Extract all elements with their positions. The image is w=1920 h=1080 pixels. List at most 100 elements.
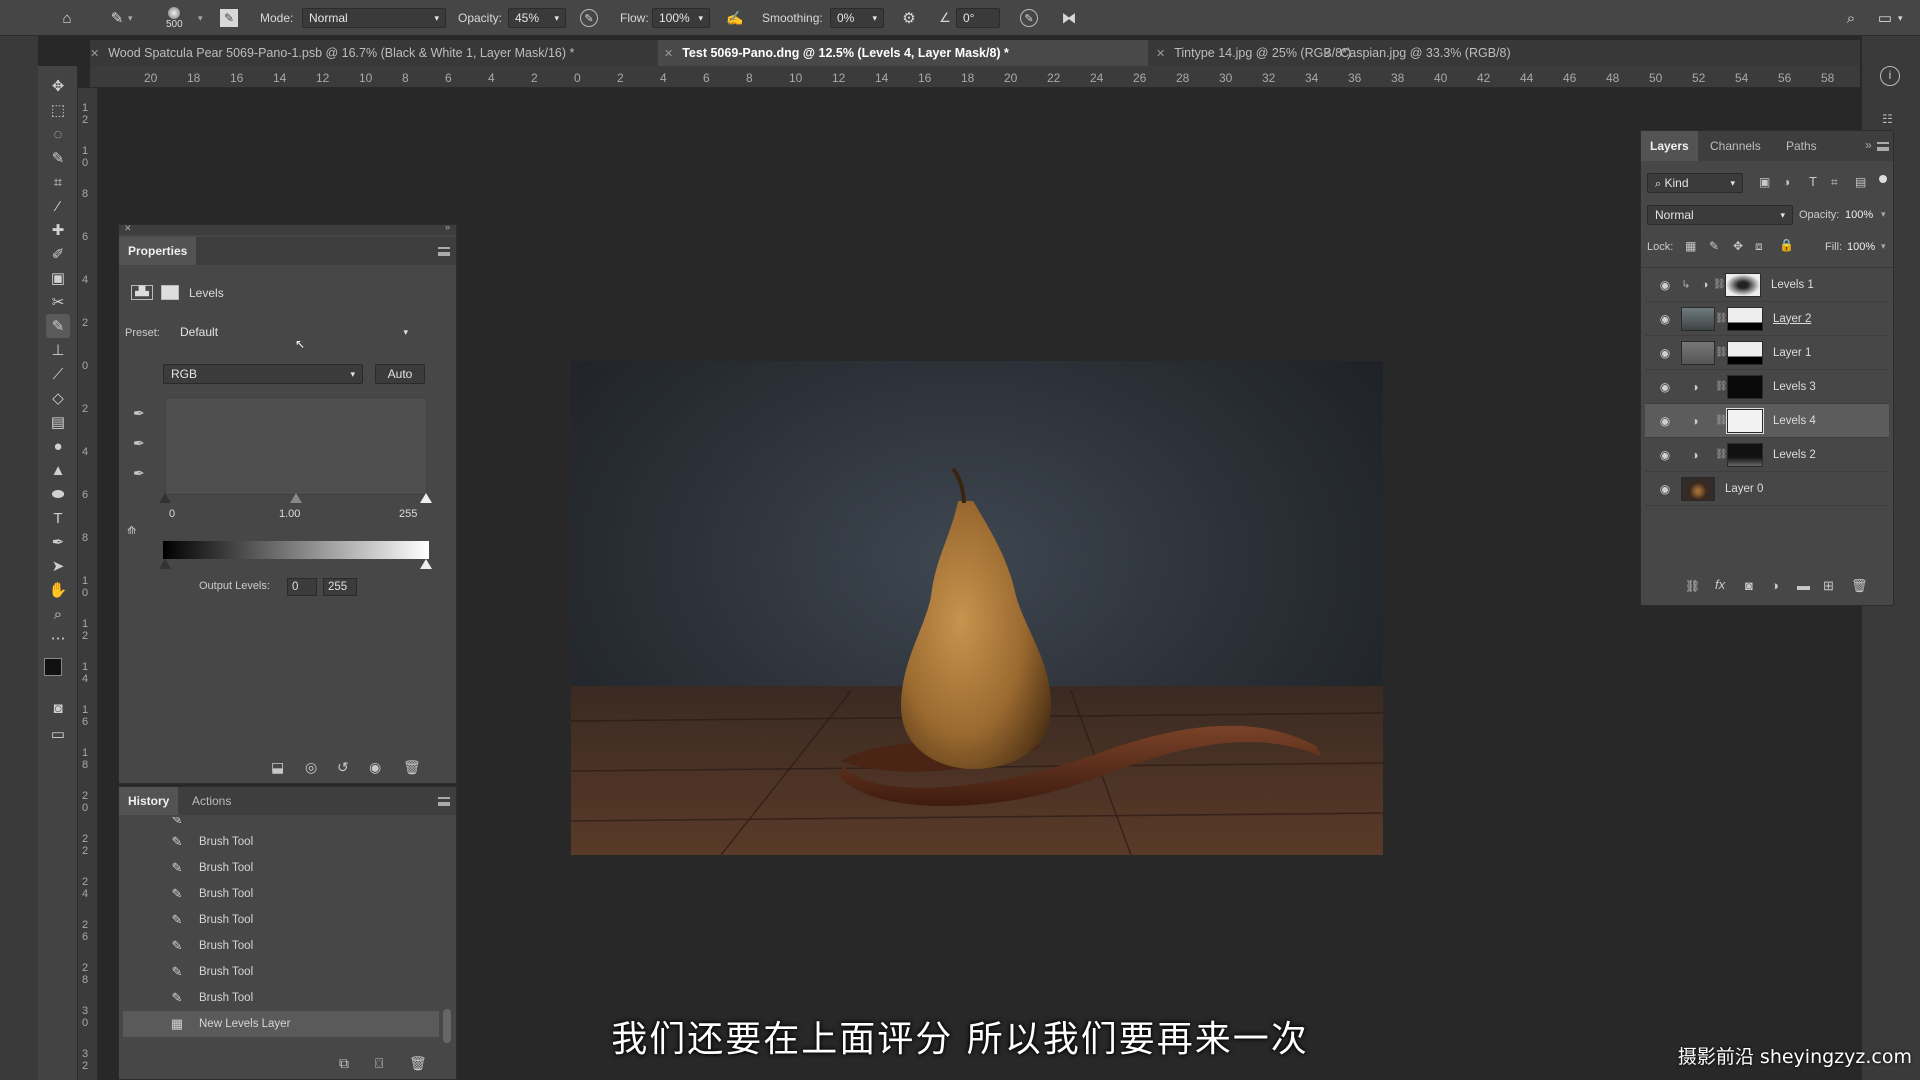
preset-dropdown[interactable]: Default ▾ bbox=[173, 322, 415, 342]
canvas-image[interactable] bbox=[571, 361, 1383, 855]
tab-actions[interactable]: Actions bbox=[183, 787, 240, 815]
clip-levels-icon[interactable]: ⟰ bbox=[127, 524, 136, 537]
layer-row[interactable]: ◉ ⛓ Layer 2 bbox=[1645, 302, 1889, 336]
marquee-tool-icon[interactable]: ⬚ bbox=[46, 98, 70, 122]
output-white-field[interactable]: 255 bbox=[323, 578, 357, 596]
smoothing-field[interactable]: 0% ▾ bbox=[830, 0, 884, 36]
input-black-slider[interactable] bbox=[159, 493, 171, 503]
document-tab[interactable]: ✕ Wood Spatcula Pear 5069-Pano-1.psb @ 16… bbox=[90, 40, 654, 66]
symmetry-icon[interactable]: ⧓ bbox=[1058, 0, 1080, 36]
move-tool-icon[interactable]: ✥ bbox=[46, 74, 70, 98]
layer-row[interactable]: ◉ ◑ ⛓ Levels 3 bbox=[1645, 370, 1889, 404]
angle-field[interactable]: 0° bbox=[956, 0, 1000, 36]
fx-icon[interactable]: fx bbox=[1715, 577, 1725, 592]
filter-toggle-icon[interactable] bbox=[1879, 175, 1887, 183]
panel-menu-icon[interactable] bbox=[438, 247, 450, 256]
new-layer-icon[interactable]: ⊞ bbox=[1823, 578, 1834, 594]
tab-history[interactable]: History bbox=[119, 787, 179, 815]
input-white-value[interactable]: 255 bbox=[399, 508, 417, 520]
close-icon[interactable]: ✕ bbox=[1322, 47, 1331, 60]
collapse-icon[interactable]: » bbox=[445, 222, 450, 232]
link-layers-icon[interactable]: ⛓ bbox=[1685, 579, 1700, 593]
visibility-eye-icon[interactable]: ◉ bbox=[1655, 482, 1675, 496]
lock-image-icon[interactable]: ✎ bbox=[1709, 239, 1719, 253]
history-item[interactable]: ✎ Brush Tool bbox=[123, 933, 439, 959]
crop-tool-icon[interactable]: ⌗ bbox=[46, 170, 70, 194]
gray-point-eyedropper-icon[interactable]: ✒ bbox=[133, 435, 145, 452]
home-icon[interactable]: ⌂ bbox=[56, 0, 78, 36]
chevron-down-icon[interactable]: ▾ bbox=[1881, 209, 1886, 220]
layer-filter-kind-dropdown[interactable]: ⌕ Kind ▾ bbox=[1647, 173, 1743, 193]
clone-stamp-tool-icon[interactable]: ⊥ bbox=[46, 338, 70, 362]
layer-row-selected[interactable]: ◉ ◑ ⛓ Levels 4 bbox=[1645, 404, 1889, 438]
visibility-eye-icon[interactable]: ◉ bbox=[1655, 414, 1675, 428]
layer-mask-icon[interactable] bbox=[161, 285, 179, 300]
visibility-eye-icon[interactable]: ◉ bbox=[1655, 448, 1675, 462]
close-icon[interactable]: ✕ bbox=[124, 223, 132, 234]
gear-icon[interactable]: ⚙ bbox=[898, 0, 920, 36]
brush-size-picker[interactable]: 500 bbox=[166, 0, 183, 36]
output-white-slider[interactable] bbox=[420, 559, 432, 569]
visibility-eye-icon[interactable]: ◉ bbox=[1655, 312, 1675, 326]
collapse-icon[interactable]: » bbox=[1865, 138, 1872, 152]
eraser-tool-icon[interactable]: ◇ bbox=[46, 386, 70, 410]
tab-properties[interactable]: Properties bbox=[119, 237, 197, 265]
history-brush-tool-icon[interactable]: ⟋ bbox=[46, 362, 70, 386]
layer-row[interactable]: ◉ ↳ ◑ ⛓ Levels 1 bbox=[1645, 268, 1889, 302]
visibility-eye-icon[interactable]: ◉ bbox=[369, 759, 381, 776]
filter-shape-icon[interactable]: ⌗ bbox=[1831, 175, 1838, 190]
lock-all-icon[interactable]: 🔒 bbox=[1779, 238, 1794, 252]
history-item[interactable]: ✎ Brush Tool bbox=[123, 829, 439, 855]
visibility-eye-icon[interactable]: ◉ bbox=[1655, 346, 1675, 360]
gradient-tool-icon[interactable]: ▤ bbox=[46, 410, 70, 434]
chevron-down-icon[interactable]: ▾ bbox=[1881, 241, 1886, 252]
airbrush-icon[interactable]: ✍ bbox=[724, 0, 746, 36]
opacity-field[interactable]: 45% ▾ bbox=[508, 0, 566, 36]
healing-brush-tool-icon[interactable]: ✚ bbox=[46, 218, 70, 242]
pressure-opacity-icon[interactable]: ✎ bbox=[580, 0, 598, 36]
brush-settings-icon[interactable]: ✎ bbox=[220, 0, 238, 36]
lock-artboard-icon[interactable]: ⧈ bbox=[1755, 239, 1763, 254]
tab-paths[interactable]: Paths bbox=[1777, 131, 1826, 161]
quick-select-tool-icon[interactable]: ✎ bbox=[46, 146, 70, 170]
pen-tool-icon[interactable]: ✒ bbox=[46, 530, 70, 554]
tab-channels[interactable]: Channels bbox=[1701, 131, 1770, 161]
type-tool-icon[interactable]: T bbox=[46, 506, 70, 530]
history-item[interactable]: ✎ Brush Tool bbox=[123, 985, 439, 1011]
history-item[interactable]: ✎ Brush Tool bbox=[123, 959, 439, 985]
fill-value[interactable]: 100% bbox=[1847, 241, 1875, 253]
flow-field[interactable]: 100% ▾ bbox=[652, 0, 710, 36]
input-gamma-value[interactable]: 1.00 bbox=[279, 508, 300, 520]
output-black-field[interactable]: 0 bbox=[287, 578, 317, 596]
dodge-tool-icon[interactable]: ▲ bbox=[46, 458, 70, 482]
reset-icon[interactable]: ↺ bbox=[337, 759, 349, 776]
chain-link-icon[interactable]: ⛓ bbox=[1713, 279, 1726, 290]
chain-link-icon[interactable]: ⛓ bbox=[1715, 347, 1728, 358]
layer-thumbnail[interactable] bbox=[1681, 476, 1715, 501]
quick-mask-icon[interactable]: ◙ bbox=[46, 696, 70, 720]
adjust-panel-icon[interactable]: ☷ bbox=[1882, 112, 1893, 126]
new-adjustment-icon[interactable]: ◑ bbox=[1771, 578, 1779, 593]
panel-menu-icon[interactable] bbox=[1877, 142, 1889, 151]
close-icon[interactable]: ✕ bbox=[90, 47, 99, 60]
search-icon[interactable]: ⌕ bbox=[1840, 0, 1862, 36]
output-black-slider[interactable] bbox=[159, 559, 171, 569]
layer-row[interactable]: ◉ Layer 0 bbox=[1645, 472, 1889, 506]
lasso-tool-icon[interactable]: ◌ bbox=[46, 122, 70, 146]
layer-mask-thumbnail[interactable] bbox=[1727, 340, 1763, 365]
active-brush-tool-icon[interactable]: ✎ bbox=[46, 314, 70, 338]
auto-button[interactable]: Auto bbox=[375, 364, 425, 384]
layer-row[interactable]: ◉ ⛓ Layer 1 bbox=[1645, 336, 1889, 370]
layer-mask-thumbnail[interactable] bbox=[1725, 272, 1761, 297]
input-gamma-slider[interactable] bbox=[290, 493, 302, 503]
chain-link-icon[interactable]: ⛓ bbox=[1715, 415, 1728, 426]
close-icon[interactable]: ✕ bbox=[664, 47, 673, 60]
layer-mask-thumbnail[interactable] bbox=[1727, 374, 1763, 399]
pressure-size-icon[interactable]: ✎ bbox=[1020, 0, 1038, 36]
visibility-eye-icon[interactable]: ◉ bbox=[1655, 380, 1675, 394]
filter-smart-object-icon[interactable]: ▤ bbox=[1855, 175, 1866, 189]
brush-size-chevron-icon[interactable]: ▾ bbox=[198, 0, 203, 36]
layer-thumbnail[interactable] bbox=[1681, 340, 1715, 365]
tab-layers[interactable]: Layers bbox=[1641, 131, 1698, 161]
frame-tool-icon[interactable]: ▣ bbox=[46, 266, 70, 290]
